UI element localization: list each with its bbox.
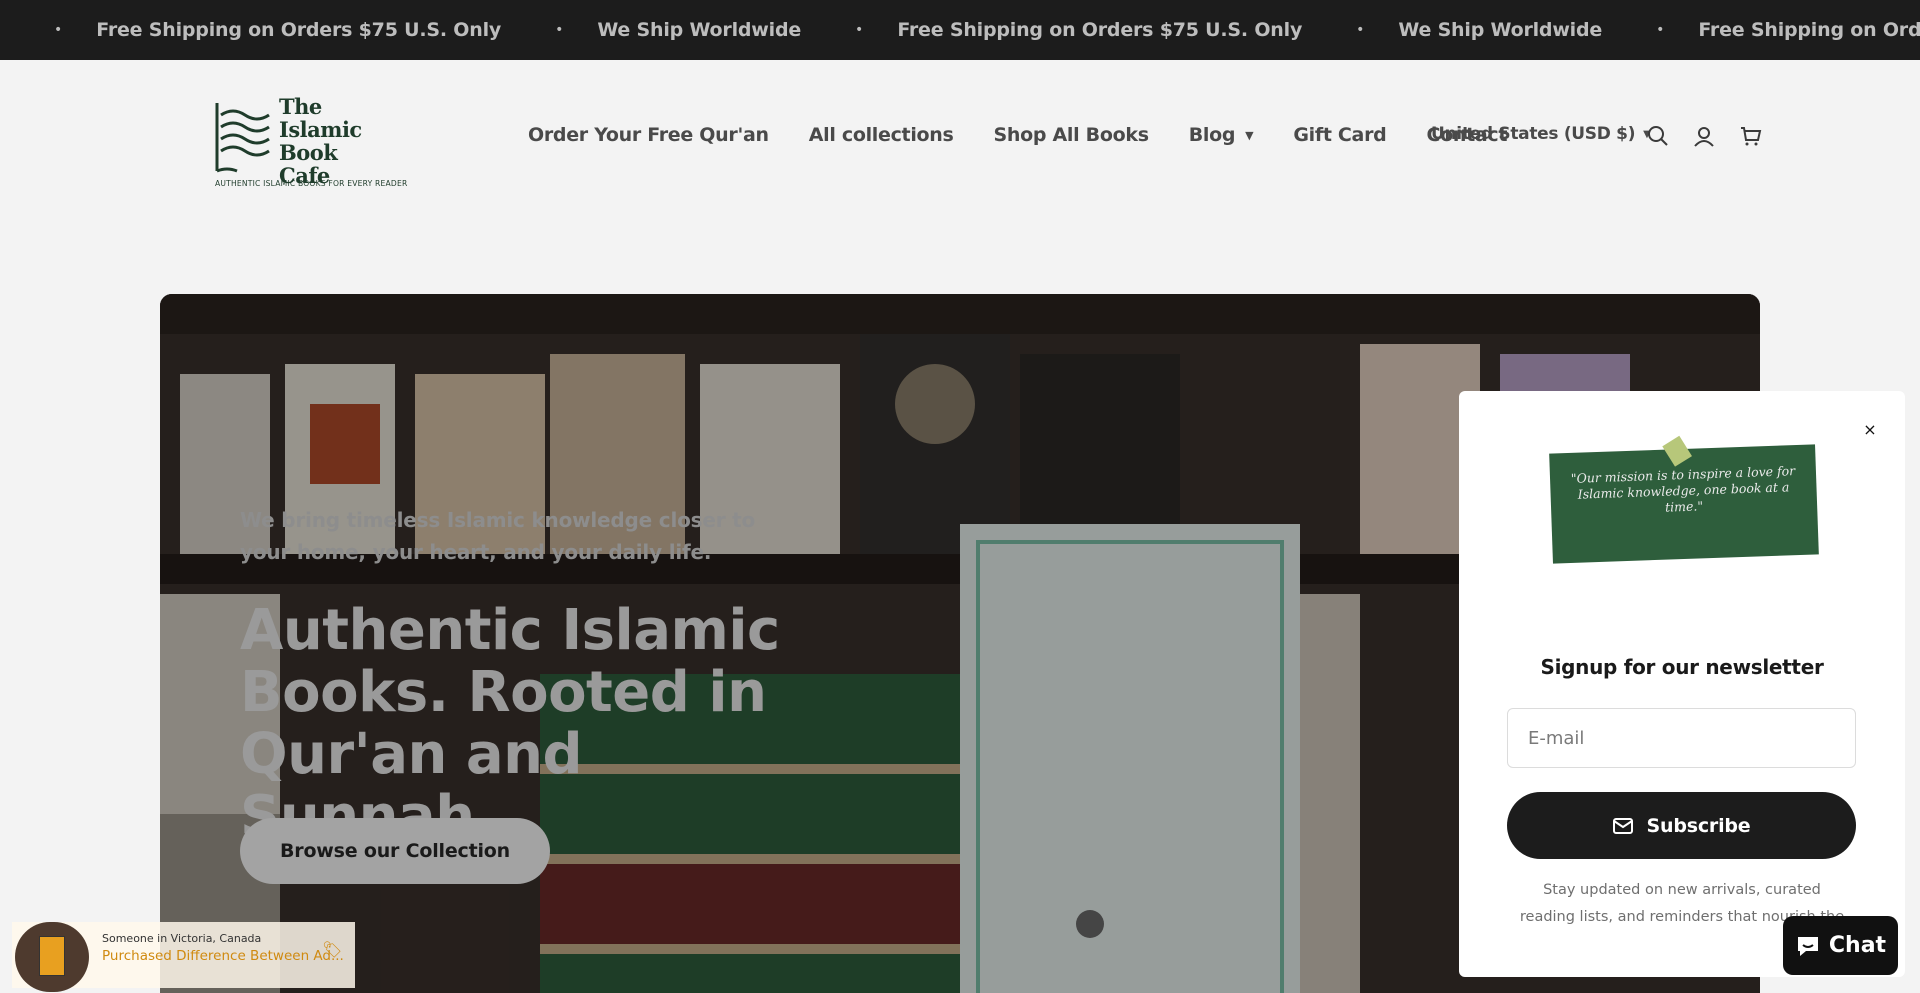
nav-label: Gift Card (1293, 124, 1387, 146)
logo-tagline: AUTHENTIC ISLAMIC BOOKS FOR EVERY READER (215, 179, 408, 188)
tape-icon (1662, 435, 1692, 467)
book-thumbnail-icon (39, 936, 65, 976)
chat-label: Chat (1828, 933, 1887, 958)
browse-collection-button[interactable]: Browse our Collection (240, 818, 550, 884)
hero-intro: We bring timeless Islamic knowledge clos… (240, 508, 756, 564)
nav-label: Blog (1188, 124, 1236, 146)
nav-blog[interactable]: Blog ▼ (1189, 124, 1254, 146)
mail-icon (1612, 817, 1633, 834)
announcement-item: We Ship Worldwide (1398, 19, 1603, 41)
nav-shop-all-books[interactable]: Shop All Books (994, 124, 1149, 146)
hero-title: Authentic Islamic Books. Rooted in Qur'a… (240, 598, 780, 849)
logo-line: The (279, 94, 322, 119)
product-thumbnail (15, 922, 89, 992)
mission-quote: "Our mission is to inspire a love for Is… (1570, 463, 1796, 515)
search-icon[interactable] (1646, 124, 1670, 148)
chevron-down-icon: ▼ (1245, 128, 1254, 142)
separator-dot: • (555, 22, 564, 38)
announcement-item: We Ship Worldwide (597, 19, 802, 41)
sale-product: Purchased Difference Between Ad... (102, 948, 344, 964)
separator-dot: • (1356, 22, 1365, 38)
separator-dot: • (855, 22, 864, 38)
newsletter-popup: × "Our mission is to inspire a love for … (1459, 391, 1905, 977)
email-field[interactable] (1507, 708, 1856, 768)
nav-label: Shop All Books (993, 124, 1149, 146)
announcement-bar: • Free Shipping on Orders $75 U.S. Only … (0, 0, 1920, 60)
nav-order-free-quran[interactable]: Order Your Free Qur'an (528, 124, 769, 146)
separator-dot: • (54, 22, 63, 38)
cta-label: Browse our Collection (280, 840, 510, 862)
logo-waves-icon (215, 103, 270, 173)
announcement-item: Free Shipping on Orders $75 U.S. Only (1698, 19, 1920, 41)
subscribe-button[interactable]: Subscribe (1507, 792, 1856, 859)
announcement-item: Free Shipping on Orders $75 U.S. Only (897, 19, 1303, 41)
newsletter-title: Signup for our newsletter (1540, 655, 1824, 679)
currency-label: United States (USD $) (1431, 124, 1636, 144)
logo-wordmark: The Islamic Book Cafe (279, 95, 423, 187)
announcement-item: Free Shipping on Orders $75 U.S. Only (96, 19, 502, 41)
separator-dot: • (1656, 22, 1665, 38)
subscribe-label: Subscribe (1646, 814, 1751, 837)
site-logo[interactable]: The Islamic Book Cafe AUTHENTIC ISLAMIC … (213, 95, 423, 188)
nav-label: All collections (808, 124, 954, 146)
site-header: The Islamic Book Cafe AUTHENTIC ISLAMIC … (0, 60, 1920, 215)
nav-gift-card[interactable]: Gift Card (1293, 124, 1386, 146)
close-icon[interactable]: × (1857, 417, 1883, 443)
announcement-track: • Free Shipping on Orders $75 U.S. Only … (0, 0, 1920, 60)
chat-button[interactable]: Chat (1783, 916, 1898, 975)
nav-label: Order Your Free Qur'an (528, 124, 769, 146)
currency-selector[interactable]: United States (USD $) ▼ (1431, 124, 1651, 144)
account-icon[interactable] (1692, 124, 1716, 148)
chat-bubble-icon (1797, 936, 1818, 956)
mission-note: "Our mission is to inspire a love for Is… (1549, 435, 1819, 564)
price-tag-icon: 🏷 (322, 940, 343, 959)
main-nav: Order Your Free Qur'an All collections S… (528, 124, 1547, 146)
logo-line: Islamic Book (279, 117, 362, 165)
sales-notification[interactable]: Someone in Victoria, Canada Purchased Di… (12, 922, 355, 992)
cart-icon[interactable] (1738, 124, 1762, 148)
sale-location: Someone in Victoria, Canada (102, 932, 262, 945)
nav-all-collections[interactable]: All collections (809, 124, 954, 146)
